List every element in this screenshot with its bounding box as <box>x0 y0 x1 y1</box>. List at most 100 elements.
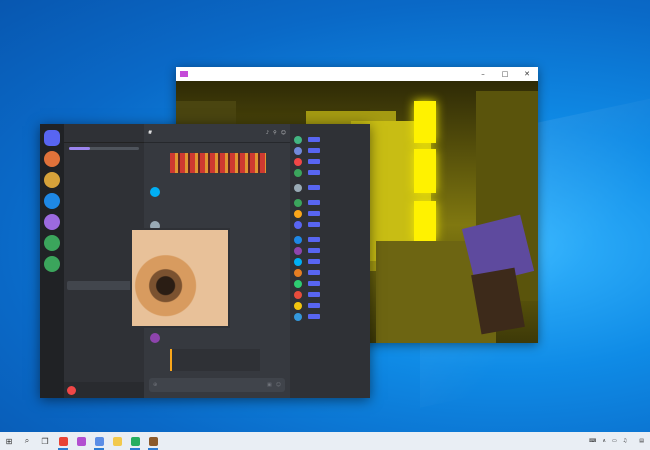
member-status-tag <box>308 248 320 253</box>
member-item[interactable] <box>294 182 366 193</box>
member-status-tag <box>308 222 320 227</box>
avatar <box>294 312 302 321</box>
message <box>150 187 164 197</box>
home-icon[interactable] <box>44 130 60 146</box>
emoji-icon[interactable]: ☺ <box>276 382 281 388</box>
member-item[interactable] <box>294 134 366 145</box>
members-icon[interactable]: ☺ <box>281 130 286 136</box>
avatar[interactable] <box>150 333 160 343</box>
minimize-icon[interactable]: – <box>472 67 494 81</box>
avatar <box>294 257 302 266</box>
member-list <box>290 124 370 398</box>
game-lamp <box>414 101 436 143</box>
server-icon[interactable] <box>44 172 60 188</box>
avatar <box>294 183 302 192</box>
message-composer[interactable]: ⊕ ▣ ☺ <box>149 378 285 392</box>
taskbar: ⊞ ⌕ ❐ ⌨ ∧ ▭ ♫ ▤ <box>0 432 650 450</box>
app-glyph <box>94 436 104 446</box>
avatar[interactable] <box>150 187 160 197</box>
member-status-tag <box>308 292 320 297</box>
member-item[interactable] <box>294 167 366 178</box>
member-item[interactable] <box>294 234 366 245</box>
server-icon[interactable] <box>44 193 60 209</box>
member-item[interactable] <box>294 289 366 300</box>
member-item[interactable] <box>294 278 366 289</box>
channel-item[interactable] <box>64 154 144 163</box>
channel-item[interactable] <box>64 186 144 195</box>
app-icon[interactable] <box>126 432 144 450</box>
member-item[interactable] <box>294 219 366 230</box>
message <box>150 333 164 343</box>
member-status-tag <box>308 211 320 216</box>
avatar <box>294 209 302 218</box>
avatar <box>294 246 302 255</box>
gift-icon[interactable]: ▣ <box>267 382 272 388</box>
volume-icon[interactable]: ♫ <box>623 438 627 444</box>
media-glyph <box>76 436 86 446</box>
close-icon[interactable]: ✕ <box>516 67 538 81</box>
server-icon[interactable] <box>44 214 60 230</box>
bell-icon[interactable]: ♪ <box>266 130 269 136</box>
member-item[interactable] <box>294 197 366 208</box>
member-status-tag <box>308 237 320 242</box>
member-status-tag <box>308 137 320 142</box>
user-panel <box>64 382 144 398</box>
search-icon[interactable]: ⌕ <box>18 432 36 450</box>
add-server-icon[interactable] <box>44 235 60 251</box>
channel-item[interactable] <box>64 163 144 172</box>
member-item[interactable] <box>294 245 366 256</box>
channel-item[interactable] <box>64 195 144 204</box>
avatar <box>294 198 302 207</box>
windows-start-icon[interactable]: ⊞ <box>0 432 18 450</box>
maximize-icon[interactable]: □ <box>494 67 516 81</box>
app-icon[interactable] <box>90 432 108 450</box>
game-icon[interactable] <box>144 432 162 450</box>
channel-item[interactable] <box>64 213 144 222</box>
game-titlebar[interactable]: – □ ✕ <box>176 67 538 81</box>
member-item[interactable] <box>294 300 366 311</box>
chat-header: # ♪ ⚲ ☺ <box>144 124 290 143</box>
server-rail <box>40 124 64 398</box>
server-icon[interactable] <box>44 151 60 167</box>
game-app-icon <box>180 71 188 77</box>
media-icon[interactable] <box>72 432 90 450</box>
member-status-tag <box>308 303 320 308</box>
task-view-icon[interactable]: ❐ <box>36 432 54 450</box>
member-status-tag <box>308 170 320 175</box>
chrome-glyph <box>58 436 68 446</box>
server-name[interactable] <box>64 124 144 143</box>
member-item[interactable] <box>294 145 366 156</box>
game-glyph <box>148 436 158 446</box>
notification-icon[interactable]: ▤ <box>639 438 644 444</box>
member-item[interactable] <box>294 267 366 278</box>
channel-item[interactable] <box>64 177 144 186</box>
folder-glyph <box>112 436 122 446</box>
member-status-tag <box>308 200 320 205</box>
keyboard-icon[interactable]: ⌨ <box>589 438 596 444</box>
pin-icon[interactable]: ⚲ <box>273 130 277 136</box>
system-tray: ⌨ ∧ ▭ ♫ ▤ <box>589 438 650 444</box>
message-banner-image <box>170 153 266 173</box>
member-item[interactable] <box>294 256 366 267</box>
member-status-tag <box>308 159 320 164</box>
cat-photo-attachment[interactable] <box>130 228 230 328</box>
member-status-tag <box>308 314 320 319</box>
avatar <box>294 290 302 299</box>
member-status-tag <box>308 185 320 190</box>
explore-icon[interactable] <box>44 256 60 272</box>
boost-progress <box>69 147 139 150</box>
chevron-up-icon[interactable]: ∧ <box>602 438 606 444</box>
member-item[interactable] <box>294 156 366 167</box>
add-attachment-icon[interactable]: ⊕ <box>153 382 157 388</box>
channel-item[interactable] <box>64 204 144 213</box>
avatar <box>294 279 302 288</box>
hash-icon: # <box>148 130 153 136</box>
taskbar-apps <box>54 432 162 450</box>
member-item[interactable] <box>294 208 366 219</box>
member-item[interactable] <box>294 311 366 322</box>
avatar[interactable] <box>67 385 76 395</box>
member-status-tag <box>308 259 320 264</box>
network-icon[interactable]: ▭ <box>612 438 617 444</box>
folder-icon[interactable] <box>108 432 126 450</box>
chrome-icon[interactable] <box>54 432 72 450</box>
